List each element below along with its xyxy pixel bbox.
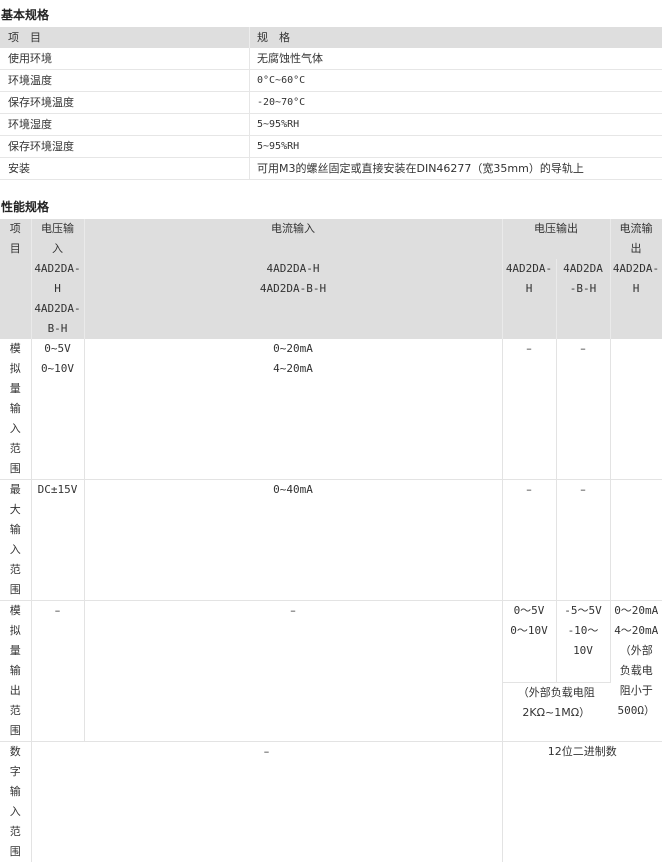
value: 0~5V: [44, 342, 71, 355]
value: 0～20mA: [614, 604, 659, 617]
perf-spec-title: 性能规格: [1, 200, 50, 214]
table-row: 模拟量输出范围 – – 0～5V 0～10V -5～5V -10～ 10V 0～…: [0, 600, 662, 742]
row-item: 使用环境: [0, 48, 250, 70]
table-row: 环境湿度 5~95%RH: [0, 113, 662, 136]
cell-current-in: –: [84, 600, 503, 742]
value: -10～: [567, 624, 599, 637]
table-row: 数字输入范围 – 12位二进制数: [0, 741, 662, 862]
cell-current-out: [610, 339, 662, 480]
table-row: 模拟量输入范围 0~5V 0~10V 0~20mA 4~20mA – –: [0, 339, 662, 480]
table-header-row: 项目 电压输入 电流输入 电压输出 电流输出: [0, 219, 662, 339]
cell-voltage-out-h: 0～5V 0～10V: [502, 600, 557, 683]
cell-voltage-in: 0~5V 0~10V: [31, 339, 85, 480]
model-current-out: 4AD2DA-H: [610, 259, 662, 339]
header-voltage-in: 电压输入: [31, 219, 85, 259]
table-header-row: 项 目 规 格: [0, 27, 662, 48]
model-name: 4AD2DA-B-H: [34, 302, 81, 335]
table-row: 保存环境温度 -20~70°C: [0, 91, 662, 114]
header-item: 项目: [0, 219, 32, 339]
header-current-out: 电流输出: [610, 219, 662, 259]
basic-spec-title: 基本规格: [1, 8, 50, 22]
model-voltage-in: 4AD2DA-H 4AD2DA-B-H: [31, 259, 85, 339]
cell-voltage-in: DC±15V: [31, 479, 85, 601]
value: 0~10V: [40, 362, 75, 375]
table-row: 环境温度 0°C~60°C: [0, 69, 662, 92]
value: 500Ω）: [617, 704, 656, 717]
row-spec: 无腐蚀性气体: [249, 48, 662, 70]
value: 2KΩ~1MΩ）: [522, 706, 591, 719]
cell-digital-input: –: [31, 741, 503, 862]
row-spec: 0°C~60°C: [249, 69, 662, 92]
table-row: 安装 可用M3的螺丝固定或直接安装在DIN46277（宽35mm）的导轨上: [0, 157, 662, 180]
row-item: 安装: [0, 157, 250, 180]
cell-voltage-out-bh: –: [556, 479, 611, 601]
value: 10V: [573, 644, 593, 657]
table-row: 保存环境湿度 5~95%RH: [0, 135, 662, 158]
value: 4～20mA: [614, 624, 659, 637]
cell-current-in: 0~40mA: [84, 479, 503, 601]
value: 0~20mA: [273, 342, 313, 355]
cell-voltage-out-load: （外部负载电阻 2KΩ~1MΩ）: [502, 682, 610, 742]
table-row: 最大输入范围 DC±15V 0~40mA – –: [0, 479, 662, 601]
model-name: 4AD2DA-B-H: [259, 282, 327, 295]
value: （外部: [619, 644, 653, 657]
model-current-in: 4AD2DA-H 4AD2DA-B-H: [84, 259, 503, 339]
row-spec: 5~95%RH: [249, 113, 662, 136]
perf-spec-table: 项目 电压输入 电流输入 电压输出 电流输出 4AD2DA-H 4AD2DA-B…: [0, 219, 662, 862]
cell-current-in: 0~20mA 4~20mA: [84, 339, 503, 480]
table-model-row: 4AD2DA-H 4AD2DA-B-H 4AD2DA-H 4AD2DA-B-H …: [0, 259, 662, 339]
model-name: 4AD2DA-H: [34, 262, 81, 295]
value: 4~20mA: [273, 362, 313, 375]
table-row: 使用环境 无腐蚀性气体: [0, 48, 662, 70]
row-spec: 可用M3的螺丝固定或直接安装在DIN46277（宽35mm）的导轨上: [249, 157, 662, 180]
value: 阻小于: [619, 684, 653, 697]
model-voltage-out-h: 4AD2DA-H: [502, 259, 557, 339]
value: -5～5V: [564, 604, 602, 617]
cell-current-out: 0～20mA 4～20mA （外部 负载电 阻小于 500Ω）: [610, 600, 662, 742]
value: 0～10V: [510, 624, 548, 637]
cell-digital-output: 12位二进制数: [547, 745, 617, 758]
row-label: 模拟量输入范围: [0, 339, 32, 480]
header-item: 项 目: [0, 27, 250, 48]
row-item: 环境温度: [0, 69, 250, 92]
row-item: 环境湿度: [0, 113, 250, 136]
model-voltage-out-bh: 4AD2DA-B-H: [556, 259, 611, 339]
row-label: 数字输入范围: [0, 741, 32, 862]
header-current-in: 电流输入: [84, 219, 503, 259]
cell-voltage-out-bh: –: [556, 339, 611, 480]
row-item: 保存环境湿度: [0, 135, 250, 158]
cell-current-out: [610, 479, 662, 601]
cell-voltage-out-bh: -5～5V -10～ 10V: [556, 600, 611, 683]
row-label: 最大输入范围: [0, 479, 32, 601]
header-spec: 规 格: [249, 27, 662, 48]
row-spec: 5~95%RH: [249, 135, 662, 158]
row-spec: -20~70°C: [249, 91, 662, 114]
row-item: 保存环境温度: [0, 91, 250, 114]
value: 0～5V: [513, 604, 545, 617]
row-label: 模拟量输出范围: [0, 600, 32, 742]
model-name: 4AD2DA-H: [266, 262, 320, 275]
value: 负载电: [619, 664, 653, 677]
basic-spec-table: 项 目 规 格 使用环境 无腐蚀性气体 环境温度 0°C~60°C 保存环境温度…: [0, 27, 662, 180]
cell-voltage-out-h: –: [502, 339, 557, 480]
header-voltage-out: 电压输出: [502, 219, 611, 259]
value: （外部负载电阻: [517, 686, 595, 699]
cell-voltage-out-h: –: [502, 479, 557, 601]
cell-voltage-in: –: [31, 600, 85, 742]
